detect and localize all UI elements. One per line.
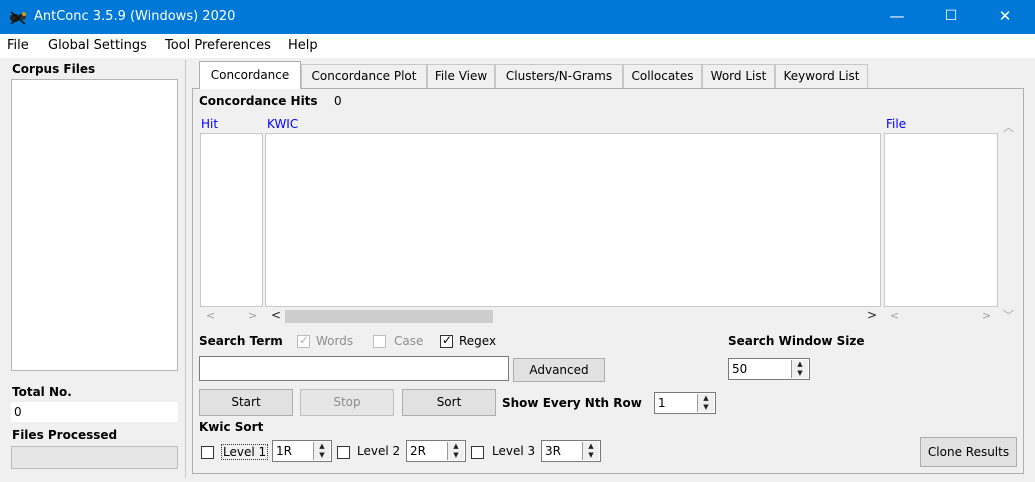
level1-spinner[interactable]: 1R ▲ ▼ — [272, 440, 332, 462]
stop-button[interactable]: Stop — [300, 389, 394, 416]
menu-file[interactable]: File — [7, 38, 29, 53]
minimize-button[interactable]: — — [874, 0, 920, 34]
file-horizontal-scrollbar[interactable]: < > — [884, 308, 998, 325]
spin-up-icon[interactable]: ▲ — [698, 394, 714, 403]
antconc-app-icon — [10, 11, 26, 25]
nth-row-value: 1 — [658, 396, 666, 410]
tab-keyword-list[interactable]: Keyword List — [775, 64, 868, 88]
level1-value: 1R — [276, 444, 292, 458]
regex-label: Regex — [459, 334, 497, 348]
spin-up-icon[interactable]: ▲ — [448, 442, 464, 451]
spinner-buttons[interactable]: ▲ ▼ — [447, 442, 464, 460]
spinner-buttons[interactable]: ▲ ▼ — [582, 442, 599, 460]
spin-up-icon[interactable]: ▲ — [792, 360, 808, 369]
nth-row-label: Show Every Nth Row — [502, 396, 642, 410]
level3-label: Level 3 — [492, 444, 536, 458]
concordance-hits-value: 0 — [334, 94, 342, 108]
clone-results-button[interactable]: Clone Results — [920, 437, 1017, 467]
level3-checkbox[interactable] — [471, 446, 484, 459]
scroll-down-icon[interactable]: ﹀ — [1003, 307, 1014, 323]
files-processed-progress — [11, 446, 178, 469]
tab-clusters-ngrams[interactable]: Clusters/N-Grams — [495, 64, 623, 88]
search-term-input[interactable] — [199, 356, 509, 381]
corpus-files-list[interactable] — [11, 79, 178, 371]
search-term-label: Search Term — [199, 334, 283, 348]
level2-value: 2R — [410, 444, 426, 458]
column-header-hit[interactable]: Hit — [201, 117, 218, 131]
spinner-buttons[interactable]: ▲ ▼ — [313, 442, 330, 460]
spin-up-icon[interactable]: ▲ — [583, 442, 599, 451]
menu-tool-preferences[interactable]: Tool Preferences — [165, 38, 271, 53]
file-list[interactable] — [884, 133, 998, 307]
column-header-kwic[interactable]: KWIC — [267, 117, 298, 131]
spinner-buttons[interactable]: ▲ ▼ — [791, 360, 808, 378]
files-processed-label: Files Processed — [12, 428, 118, 442]
level2-spinner[interactable]: 2R ▲ ▼ — [406, 440, 466, 462]
tab-collocates[interactable]: Collocates — [623, 64, 702, 88]
corpus-files-label: Corpus Files — [12, 62, 96, 76]
kwic-horizontal-scrollbar[interactable]: < > — [265, 308, 881, 325]
search-window-size-spinner[interactable]: 50 ▲ ▼ — [728, 358, 810, 380]
menu-help[interactable]: Help — [288, 38, 318, 53]
scroll-up-icon[interactable]: ︿ — [1003, 119, 1014, 135]
scroll-thumb[interactable] — [285, 310, 493, 323]
tab-file-view[interactable]: File View — [427, 64, 495, 88]
words-checkbox[interactable]: ✓ — [297, 333, 310, 348]
advanced-button[interactable]: Advanced — [513, 358, 605, 382]
kwic-sort-label: Kwic Sort — [199, 420, 264, 434]
scroll-right-icon[interactable]: > — [248, 309, 257, 322]
level1-label: Level 1 — [221, 444, 269, 460]
total-no-value: 0 — [14, 405, 22, 419]
spin-down-icon[interactable]: ▼ — [448, 451, 464, 460]
scroll-right-icon[interactable]: > — [867, 308, 877, 322]
spinner-buttons[interactable]: ▲ ▼ — [697, 394, 714, 412]
regex-checkbox[interactable]: ✓ — [440, 333, 453, 348]
total-no-field: 0 — [11, 402, 178, 422]
case-checkbox[interactable] — [373, 335, 386, 348]
sort-button[interactable]: Sort — [402, 389, 496, 416]
scroll-left-icon[interactable]: < — [206, 309, 215, 322]
total-no-label: Total No. — [12, 385, 72, 399]
words-label: Words — [316, 334, 354, 348]
level2-label: Level 2 — [357, 444, 401, 458]
tab-word-list[interactable]: Word List — [702, 64, 775, 88]
kwic-list[interactable] — [265, 133, 881, 307]
sidebar-divider — [185, 60, 186, 478]
scroll-right-icon[interactable]: > — [982, 309, 991, 322]
level1-checkbox[interactable] — [201, 446, 214, 459]
close-button[interactable]: ✕ — [982, 0, 1028, 34]
spin-down-icon[interactable]: ▼ — [583, 451, 599, 460]
search-window-size-value: 50 — [732, 362, 748, 376]
scroll-left-icon[interactable]: < — [890, 309, 899, 322]
hit-list[interactable] — [200, 133, 263, 307]
spin-down-icon[interactable]: ▼ — [792, 369, 808, 378]
spin-down-icon[interactable]: ▼ — [314, 451, 330, 460]
menu-global-settings[interactable]: Global Settings — [48, 38, 147, 53]
search-window-size-label: Search Window Size — [728, 334, 865, 348]
title-bar: AntConc 3.5.9 (Windows) 2020 — ☐ ✕ — [0, 0, 1035, 34]
tab-concordance-plot[interactable]: Concordance Plot — [301, 64, 427, 88]
menu-bar: File Global Settings Tool Preferences He… — [0, 34, 1035, 58]
checkmark-icon: ✓ — [299, 333, 310, 347]
window-title: AntConc 3.5.9 (Windows) 2020 — [34, 9, 236, 24]
concordance-hits-label: Concordance Hits — [199, 94, 318, 108]
case-label: Case — [394, 334, 424, 348]
level3-value: 3R — [545, 444, 561, 458]
column-header-file[interactable]: File — [886, 117, 906, 131]
checkmark-icon: ✓ — [442, 333, 453, 347]
tab-concordance[interactable]: Concordance — [199, 61, 301, 89]
level3-spinner[interactable]: 3R ▲ ▼ — [541, 440, 601, 462]
start-button[interactable]: Start — [199, 389, 293, 416]
nth-row-spinner[interactable]: 1 ▲ ▼ — [654, 392, 716, 414]
spin-up-icon[interactable]: ▲ — [314, 442, 330, 451]
maximize-button[interactable]: ☐ — [928, 0, 974, 34]
level2-checkbox[interactable] — [337, 446, 350, 459]
vertical-scrollbar[interactable]: ︿ ﹀ — [998, 117, 1018, 327]
spin-down-icon[interactable]: ▼ — [698, 403, 714, 412]
scroll-left-icon[interactable]: < — [271, 308, 281, 322]
hit-horizontal-scrollbar[interactable]: < > — [200, 308, 264, 325]
